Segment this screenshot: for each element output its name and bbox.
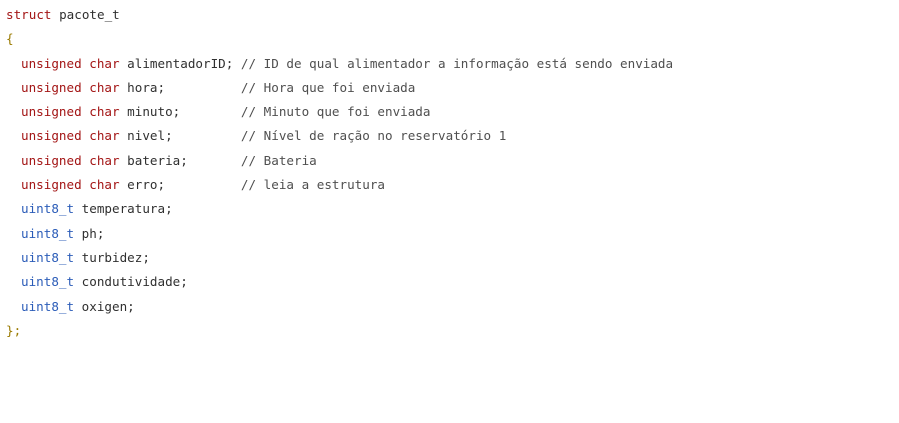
field-type: unsigned char bbox=[21, 177, 120, 193]
comment-padding bbox=[180, 104, 241, 119]
field-type: unsigned char bbox=[21, 128, 120, 144]
field-line: uint8_t ph; bbox=[6, 222, 899, 246]
field-line: unsigned char minuto; // Minuto que foi … bbox=[6, 100, 899, 124]
field-type: unsigned char bbox=[21, 152, 120, 168]
field-line: uint8_t turbidez; bbox=[6, 246, 899, 270]
comment-padding bbox=[165, 177, 241, 192]
field-line: uint8_t condutividade; bbox=[6, 270, 899, 294]
comment-padding bbox=[173, 128, 241, 143]
struct-header-line: struct pacote_t bbox=[6, 3, 899, 27]
field-name: hora; bbox=[127, 79, 166, 95]
code-block[interactable]: struct pacote_t { unsigned char alimenta… bbox=[0, 0, 899, 423]
field-line: unsigned char nivel; // Nível de ração n… bbox=[6, 124, 899, 148]
field-type: uint8_t bbox=[21, 249, 75, 265]
field-line: uint8_t temperatura; bbox=[6, 197, 899, 221]
field-name: nivel; bbox=[127, 128, 173, 144]
field-comment: // leia a estrutura bbox=[240, 177, 385, 193]
field-type: unsigned char bbox=[21, 104, 120, 120]
field-line: unsigned char bateria; // Bateria bbox=[6, 149, 899, 173]
field-type: uint8_t bbox=[21, 225, 75, 241]
field-line: unsigned char hora; // Hora que foi envi… bbox=[6, 76, 899, 100]
field-name: condutividade; bbox=[81, 274, 188, 290]
field-name: oxigen; bbox=[81, 298, 135, 314]
struct-name: pacote_t bbox=[59, 7, 120, 22]
field-name: minuto; bbox=[127, 104, 181, 120]
struct-fields: unsigned char alimentadorID; // ID de qu… bbox=[6, 52, 899, 319]
field-comment: // Bateria bbox=[240, 152, 317, 168]
field-name: bateria; bbox=[127, 152, 188, 168]
comment-padding bbox=[188, 153, 241, 168]
field-name: alimentadorID; bbox=[127, 55, 234, 71]
field-type: uint8_t bbox=[21, 274, 75, 290]
field-name: erro; bbox=[127, 177, 166, 193]
field-comment: // ID de qual alimentador a informação e… bbox=[240, 55, 674, 71]
field-type: unsigned char bbox=[21, 79, 120, 95]
field-type: unsigned char bbox=[21, 55, 120, 71]
field-line: uint8_t oxigen; bbox=[6, 295, 899, 319]
field-line: unsigned char alimentadorID; // ID de qu… bbox=[6, 52, 899, 76]
field-name: turbidez; bbox=[81, 249, 150, 265]
field-line: unsigned char erro; // leia a estrutura bbox=[6, 173, 899, 197]
open-brace-line: { bbox=[6, 27, 899, 51]
struct-keyword: struct bbox=[6, 7, 52, 22]
field-comment: // Nível de ração no reservatório 1 bbox=[240, 128, 507, 144]
comment-padding bbox=[165, 80, 241, 95]
field-name: ph; bbox=[81, 225, 105, 241]
field-name: temperatura; bbox=[81, 201, 173, 217]
field-type: uint8_t bbox=[21, 201, 75, 217]
field-comment: // Hora que foi enviada bbox=[240, 79, 416, 95]
close-brace: }; bbox=[6, 322, 22, 338]
close-brace-line: }; bbox=[6, 319, 899, 343]
comment-padding bbox=[233, 56, 241, 71]
field-type: uint8_t bbox=[21, 298, 75, 314]
field-comment: // Minuto que foi enviada bbox=[240, 104, 431, 120]
open-brace: { bbox=[6, 31, 14, 47]
